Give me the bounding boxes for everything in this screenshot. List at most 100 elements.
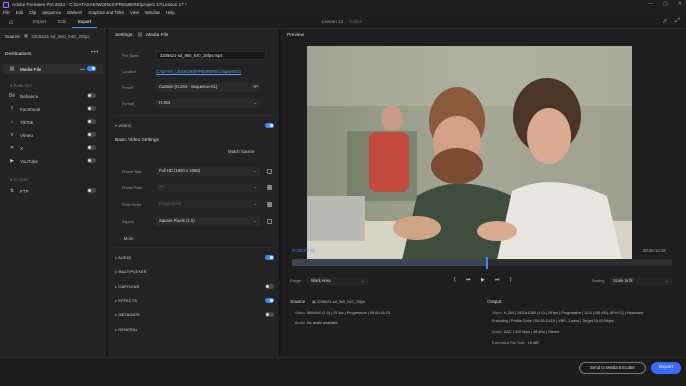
facebook-toggle[interactable] bbox=[87, 106, 96, 111]
captions-toggle[interactable] bbox=[265, 284, 274, 289]
output-video-row-2: Encoding | Profile Color | 00:00:14:19 |… bbox=[492, 319, 614, 323]
destination-tiktok[interactable]: ♪ TikTok bbox=[3, 117, 103, 127]
menu-clip[interactable]: Clip bbox=[29, 10, 36, 15]
menu-file[interactable]: File bbox=[3, 10, 10, 15]
effects-section-header[interactable]: EFFECTS bbox=[115, 298, 137, 303]
frame-rate-checkbox[interactable] bbox=[267, 185, 272, 190]
video-toggle[interactable] bbox=[265, 123, 274, 128]
menu-markers[interactable]: Markers bbox=[67, 10, 82, 15]
publish-group-header[interactable]: PUBLISH bbox=[10, 83, 32, 88]
tab-import[interactable]: Import bbox=[27, 17, 52, 28]
menu-sequence[interactable]: Sequence bbox=[42, 10, 61, 15]
destination-behance[interactable]: Bē Behance bbox=[3, 91, 103, 101]
more-options-icon[interactable]: ••• bbox=[91, 50, 99, 56]
x-toggle[interactable] bbox=[87, 145, 96, 150]
ftp-toggle[interactable] bbox=[87, 188, 96, 193]
play-icon[interactable]: ▶ bbox=[481, 277, 485, 283]
source-video-key: Video bbox=[295, 311, 305, 315]
tab-export[interactable]: Export bbox=[71, 17, 98, 28]
range-select[interactable]: Work Area ⌄ bbox=[308, 277, 368, 285]
source-label: Source: bbox=[5, 33, 21, 39]
metadata-section-header[interactable]: METADATA bbox=[115, 312, 140, 317]
destination-ftp[interactable]: ⇅ FTP bbox=[3, 186, 103, 196]
aspect-select[interactable]: Square Pixels (1.0) ⌄ bbox=[156, 217, 260, 226]
chevron-down-icon: ⌄ bbox=[665, 278, 669, 283]
preset-more-icon[interactable]: ••• bbox=[253, 84, 258, 90]
preview-heading: Preview bbox=[287, 33, 305, 38]
export-button[interactable]: Export bbox=[651, 362, 681, 374]
workspace-nav: ⌂ Import Edit Export Lesson 12 Edited ↗ ⤢ bbox=[0, 16, 686, 29]
scrub-bar[interactable] bbox=[292, 259, 672, 266]
behance-toggle[interactable] bbox=[87, 93, 96, 98]
audio-section-header[interactable]: AUDIO bbox=[115, 255, 131, 260]
mark-in-icon[interactable]: { bbox=[454, 277, 456, 283]
file-name-input[interactable]: 3205621-sd_960_540_25fps.mp4 bbox=[156, 51, 266, 60]
range-label: Range bbox=[290, 279, 302, 283]
destination-facebook[interactable]: f Facebook bbox=[3, 104, 103, 114]
chevron-down-icon: ⌄ bbox=[253, 184, 257, 189]
project-title: Lesson 12 Edited bbox=[322, 19, 362, 24]
format-select[interactable]: H.264 ⌄ bbox=[156, 99, 260, 108]
frame-size-select[interactable]: Full HD (1920 x 1080) ⌄ bbox=[156, 167, 260, 176]
field-order-checkbox[interactable] bbox=[267, 202, 272, 207]
share-icon[interactable]: ↗ bbox=[662, 18, 667, 25]
output-audio-key: Audio bbox=[492, 330, 502, 334]
destination-x[interactable]: ✕ X bbox=[3, 143, 103, 153]
file-name-label: File Name bbox=[122, 54, 140, 58]
frame-size-value: Full HD (1920 x 1080) bbox=[159, 168, 200, 173]
maximize-icon[interactable]: ▢ bbox=[663, 1, 668, 7]
more-expander[interactable]: ··· More bbox=[118, 236, 134, 241]
home-icon[interactable]: ⌂ bbox=[9, 19, 16, 26]
step-back-icon[interactable]: ⏮ bbox=[466, 277, 471, 283]
captions-section-header[interactable]: CAPTIONS bbox=[115, 284, 139, 289]
video-frame-image bbox=[307, 46, 632, 260]
match-source-button[interactable]: Match Source bbox=[228, 149, 255, 154]
video-section-header[interactable]: VIDEO bbox=[115, 123, 131, 128]
general-section-header[interactable]: GENERAL bbox=[115, 327, 138, 332]
effects-toggle[interactable] bbox=[265, 298, 274, 303]
menu-edit[interactable]: Edit bbox=[16, 10, 23, 15]
source-filename: 3205621-sd_960_540_25fps bbox=[31, 33, 90, 39]
youtube-toggle[interactable] bbox=[87, 158, 96, 163]
destination-media-file[interactable]: ▤ Media File ••• bbox=[3, 64, 103, 74]
preset-select[interactable]: Custom (H.264 - Sequence-01) ⌄ bbox=[156, 83, 260, 92]
cloud-group-header[interactable]: CLOUD bbox=[10, 177, 28, 182]
field-order-select[interactable]: Progressive ⌄ bbox=[156, 200, 260, 209]
source-summary-file: ▣ 3205621-sd_960_540_25fps bbox=[312, 298, 365, 306]
vimeo-toggle[interactable] bbox=[87, 132, 96, 137]
menu-window[interactable]: Window bbox=[145, 10, 160, 15]
behance-icon: Bē bbox=[9, 93, 16, 99]
video-preview[interactable] bbox=[307, 46, 632, 260]
audio-toggle[interactable] bbox=[265, 255, 274, 260]
send-to-media-encoder-button[interactable]: Send to Media Encoder bbox=[579, 362, 646, 374]
mark-out-icon[interactable]: } bbox=[510, 277, 512, 283]
close-icon[interactable]: ✕ bbox=[678, 1, 682, 7]
menu-graphics-titles[interactable]: Graphics and Titles bbox=[88, 10, 124, 15]
frame-rate-select[interactable]: 25 ⌄ bbox=[156, 183, 260, 192]
multiplexer-section-header[interactable]: MULTIPLEXER bbox=[115, 269, 147, 274]
destination-label: X bbox=[20, 145, 24, 151]
menu-view[interactable]: View bbox=[130, 10, 139, 15]
more-icon[interactable]: ••• bbox=[80, 67, 85, 72]
destination-youtube[interactable]: ▶ YouTube bbox=[3, 156, 103, 166]
tiktok-toggle[interactable] bbox=[87, 119, 96, 124]
output-audio-row: Audio AAC | 320 kbps | 48 kHz | Stereo bbox=[492, 328, 559, 336]
location-link[interactable]: C:\DATA\_LESSONS\PREMIERE\chapters\01 bbox=[156, 69, 241, 74]
destination-vimeo[interactable]: v Vimeo bbox=[3, 130, 103, 140]
frame-size-checkbox[interactable] bbox=[267, 169, 272, 174]
menu-help[interactable]: Help bbox=[166, 10, 175, 15]
playhead[interactable] bbox=[485, 257, 488, 269]
metadata-toggle[interactable] bbox=[265, 312, 274, 317]
step-forward-icon[interactable]: ⏭ bbox=[495, 277, 500, 283]
tiktok-icon: ♪ bbox=[10, 119, 14, 125]
source-audio-row: Audio No audio available bbox=[295, 319, 338, 327]
output-summary-heading: Output bbox=[487, 300, 502, 305]
tab-edit[interactable]: Edit bbox=[52, 17, 72, 28]
current-timecode[interactable]: 00:00:07:12 bbox=[292, 248, 315, 253]
fullscreen-icon[interactable]: ⤢ bbox=[675, 18, 680, 25]
scaling-select[interactable]: Scale to fit ⌄ bbox=[610, 277, 672, 285]
minimize-icon[interactable]: — bbox=[648, 1, 653, 7]
aspect-checkbox[interactable] bbox=[267, 219, 272, 224]
media-file-toggle[interactable] bbox=[87, 66, 96, 71]
window-controls: — ▢ ✕ bbox=[648, 1, 682, 7]
